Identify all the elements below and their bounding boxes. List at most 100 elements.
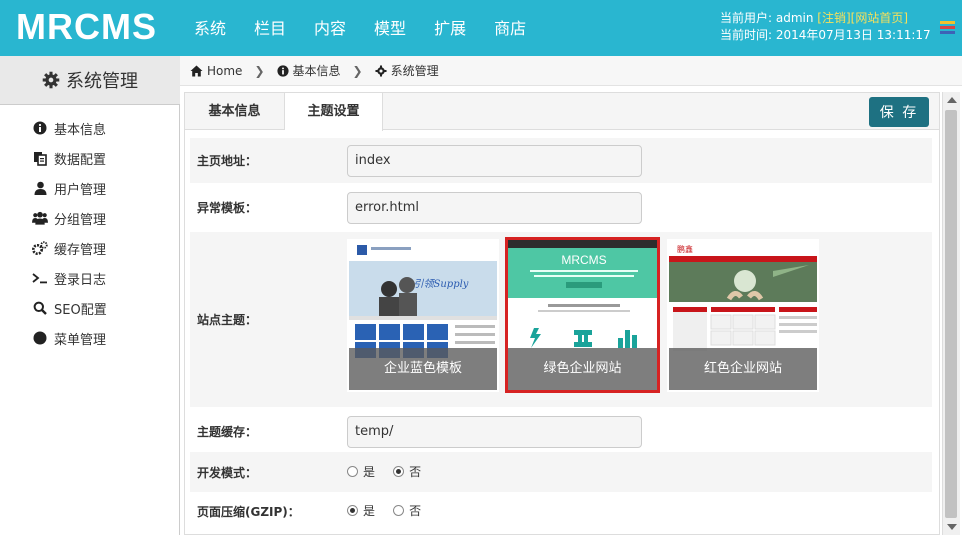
homepage-row: 主页地址：: [190, 138, 932, 183]
radio-label: 否: [409, 465, 422, 479]
theme-card-red[interactable]: 鹏鑫 红色企业网站: [667, 239, 819, 392]
sidebar-item-basic-info[interactable]: 基本信息: [0, 113, 179, 143]
settings-panel: 基本信息 主题设置 保 存 主页地址： 异常模板： 站点主题： 引领Supp: [184, 92, 940, 535]
sidebar-item-label: 分组管理: [54, 212, 107, 228]
error-template-input[interactable]: [347, 191, 642, 224]
theme-row: 站点主题： 引领Supply 企业蓝色模板 MRCMS 绿色企业网站 鹏鑫 红色…: [190, 232, 932, 407]
error-template-row: 异常模板：: [190, 185, 932, 230]
sidebar-item-login-log[interactable]: 登录日志: [0, 263, 179, 293]
homepage-label: 主页地址：: [197, 154, 258, 168]
user-icon: [32, 180, 48, 196]
gzip-row: 页面压缩(GZIP)： 是 否: [190, 492, 932, 530]
save-button[interactable]: 保 存: [869, 97, 929, 127]
error-template-label: 异常模板：: [197, 201, 258, 215]
theme-label: 站点主题：: [197, 313, 258, 327]
radio-dot: [347, 466, 358, 477]
sidebar-item-label: 菜单管理: [54, 332, 107, 348]
user-info: 当前用户: admin [注销][网站首页] 当前时间: 2014年07月13日…: [720, 10, 931, 44]
gzip-yes-radio[interactable]: 是: [347, 502, 375, 519]
dev-mode-radios: 是 否: [347, 463, 435, 481]
sidebar-item-label: 用户管理: [54, 182, 107, 198]
radio-label: 是: [363, 465, 376, 479]
theme-card-caption: 企业蓝色模板: [349, 348, 497, 390]
sidebar-item-seo-config[interactable]: SEO配置: [0, 293, 179, 323]
scroll-up-arrow-icon[interactable]: [947, 97, 957, 103]
nav-item-content[interactable]: 内容: [300, 0, 360, 56]
tab-theme-settings[interactable]: 主题设置: [285, 93, 383, 131]
sidebar-title: 系统管理: [0, 56, 180, 105]
breadcrumb-system-manage-label: 系统管理: [390, 64, 439, 78]
dev-mode-no-radio[interactable]: 否: [393, 463, 421, 480]
theme-preview-green-logo: MRCMS: [561, 253, 606, 267]
search-icon: [32, 300, 48, 316]
users-icon: [32, 210, 48, 226]
theme-card-green-selected[interactable]: MRCMS 绿色企业网站: [505, 237, 660, 393]
logout-link[interactable]: [注销]: [817, 11, 850, 25]
dev-mode-row: 开发模式： 是 否: [190, 452, 932, 492]
info-circle-icon: [276, 64, 289, 77]
tab-bar: 基本信息 主题设置 保 存: [185, 93, 939, 131]
radio-label: 是: [363, 504, 376, 518]
info-circle-icon: [32, 120, 48, 136]
breadcrumb-home-label: Home: [207, 63, 243, 78]
sidebar: 基本信息 数据配置 用户管理 分组管理 缓存管理 登录日志 SEO配置 菜单管理: [0, 105, 180, 535]
radio-dot: [393, 466, 405, 477]
gzip-radios: 是 否: [347, 502, 435, 520]
nav-item-store[interactable]: 商店: [480, 0, 540, 56]
stack-icon[interactable]: [940, 21, 955, 35]
breadcrumb-basic-info[interactable]: 基本信息: [276, 62, 341, 79]
current-user: 当前用户: admin: [720, 11, 814, 25]
theme-card-caption: 绿色企业网站: [508, 348, 657, 390]
sidebar-item-label: SEO配置: [54, 302, 107, 318]
radio-dot: [347, 505, 358, 516]
theme-cache-row: 主题缓存：: [190, 409, 932, 454]
theme-preview-red-logo: 鹏鑫: [677, 244, 693, 254]
gear-icon: [375, 64, 387, 77]
circle-icon: [32, 330, 48, 346]
site-home-link[interactable]: [网站首页]: [851, 11, 908, 25]
theme-preview-blue-banner: 引领Supply: [414, 278, 469, 290]
sidebar-title-label: 系统管理: [66, 71, 138, 92]
terminal-icon: [32, 270, 48, 286]
chevron-right-icon: ❯: [254, 63, 265, 78]
theme-card-blue[interactable]: 引领Supply 企业蓝色模板: [347, 239, 499, 392]
dev-mode-label: 开发模式：: [197, 465, 258, 480]
sidebar-item-label: 缓存管理: [54, 242, 107, 258]
sidebar-item-user-manage[interactable]: 用户管理: [0, 173, 179, 203]
current-time: 当前时间: 2014年07月13日 13:11:17: [720, 28, 931, 42]
sidebar-item-data-config[interactable]: 数据配置: [0, 143, 179, 173]
scroll-down-arrow-icon[interactable]: [947, 524, 957, 530]
gear-icon: [42, 71, 60, 89]
main-nav: 系统 栏目 内容 模型 扩展 商店: [180, 0, 540, 56]
radio-dot: [393, 505, 405, 516]
chevron-right-icon: ❯: [352, 63, 363, 78]
theme-cache-label: 主题缓存：: [197, 425, 258, 439]
nav-item-model[interactable]: 模型: [360, 0, 420, 56]
sidebar-item-label: 数据配置: [54, 152, 107, 168]
gzip-no-radio[interactable]: 否: [393, 502, 421, 519]
breadcrumb: Home ❯ 基本信息 ❯ 系统管理: [180, 56, 962, 86]
files-icon: [32, 150, 48, 166]
sidebar-item-label: 登录日志: [54, 272, 107, 288]
home-icon: [190, 65, 203, 76]
homepage-input[interactable]: [347, 144, 642, 177]
vertical-scrollbar[interactable]: [942, 92, 960, 535]
nav-item-system[interactable]: 系统: [180, 0, 240, 56]
sidebar-item-label: 基本信息: [54, 122, 107, 138]
nav-item-extend[interactable]: 扩展: [420, 0, 480, 56]
gzip-label: 页面压缩(GZIP)：: [197, 504, 300, 519]
sidebar-item-group-manage[interactable]: 分组管理: [0, 203, 179, 233]
theme-card-caption: 红色企业网站: [669, 348, 817, 390]
gears-icon: [32, 240, 48, 256]
nav-item-column[interactable]: 栏目: [240, 0, 300, 56]
breadcrumb-home[interactable]: Home: [190, 64, 242, 78]
breadcrumb-basic-info-label: 基本信息: [292, 64, 341, 78]
scrollbar-thumb[interactable]: [945, 110, 957, 518]
dev-mode-yes-radio[interactable]: 是: [347, 463, 375, 480]
sidebar-item-menu-manage[interactable]: 菜单管理: [0, 323, 179, 353]
tab-basic-info[interactable]: 基本信息: [185, 93, 285, 130]
sidebar-item-cache-manage[interactable]: 缓存管理: [0, 233, 179, 263]
theme-cache-input[interactable]: [347, 415, 642, 448]
breadcrumb-system-manage: 系统管理: [375, 62, 439, 79]
logo[interactable]: MRCMS: [16, 6, 157, 48]
